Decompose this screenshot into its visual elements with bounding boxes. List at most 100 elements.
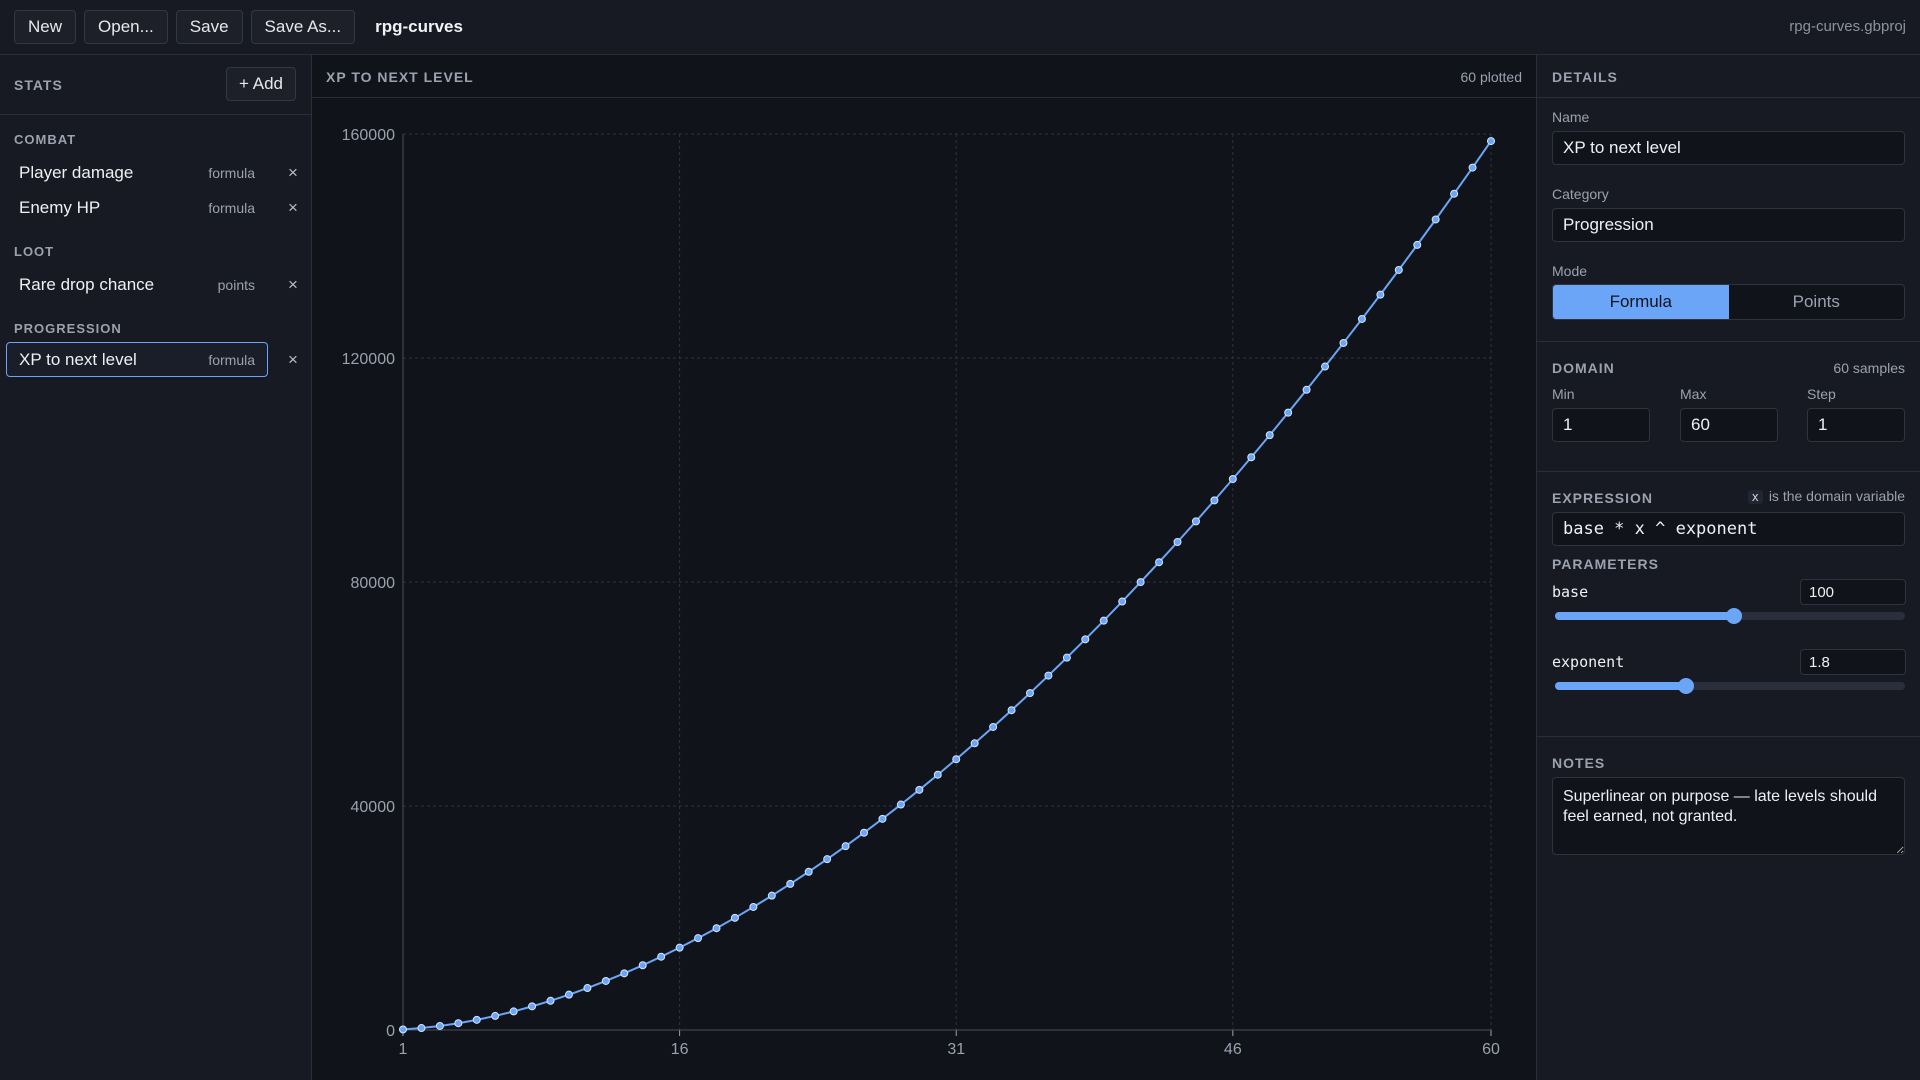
data-point[interactable] [1487, 137, 1495, 146]
data-point[interactable] [1265, 431, 1274, 440]
data-point[interactable] [1062, 653, 1071, 662]
data-point[interactable] [1155, 558, 1164, 567]
name-input[interactable] [1552, 131, 1905, 165]
stat-item-player-damage[interactable]: Player damage formula × [6, 155, 298, 190]
param-slider-exponent[interactable] [1555, 678, 1905, 694]
app-title: rpg-curves [375, 17, 463, 36]
data-point[interactable] [675, 943, 684, 952]
x-tick-label: 46 [1224, 1041, 1242, 1058]
data-point[interactable] [712, 924, 721, 933]
x-tick-label: 31 [947, 1041, 965, 1058]
slider-fill [1555, 682, 1687, 690]
group-title-progression: PROGRESSION [14, 321, 122, 336]
data-point[interactable] [1118, 597, 1127, 606]
stat-item-enemy-hp[interactable]: Enemy HP formula × [6, 190, 298, 225]
stat-item-rare-drop-chance[interactable]: Rare drop chance points × [6, 267, 298, 302]
chart-title: XP TO NEXT LEVEL [326, 69, 474, 85]
data-point[interactable] [749, 902, 758, 911]
data-point[interactable] [1210, 496, 1219, 505]
series-line [402, 140, 1492, 1031]
data-point[interactable] [823, 855, 832, 864]
data-point[interactable] [786, 879, 795, 888]
remove-stat-icon[interactable]: × [285, 199, 301, 217]
data-point[interactable] [1136, 578, 1145, 587]
data-point[interactable] [1302, 385, 1311, 394]
data-point[interactable] [1081, 635, 1090, 644]
data-point[interactable] [860, 828, 869, 837]
min-input[interactable] [1552, 408, 1650, 442]
save-as-button[interactable]: Save As... [250, 10, 356, 44]
curve-chart[interactable]: 0 40000 80000 120000 160000 1 16 31 46 60 [312, 99, 1536, 1079]
data-point[interactable] [730, 913, 739, 922]
param-value-exponent[interactable] [1800, 649, 1906, 675]
new-button[interactable]: New [14, 10, 77, 44]
expression-input[interactable] [1552, 512, 1905, 546]
data-point[interactable] [1007, 706, 1016, 715]
data-point[interactable] [472, 1015, 481, 1024]
data-point[interactable] [399, 1025, 407, 1034]
remove-stat-icon[interactable]: × [285, 351, 301, 369]
data-point[interactable] [915, 785, 924, 794]
step-input[interactable] [1807, 408, 1905, 442]
remove-stat-icon[interactable]: × [285, 276, 301, 294]
data-point[interactable] [1413, 240, 1422, 249]
data-point[interactable] [564, 990, 573, 999]
data-point[interactable] [804, 867, 813, 876]
data-point[interactable] [1044, 671, 1053, 680]
data-point[interactable] [638, 961, 647, 970]
data-point[interactable] [1468, 163, 1477, 172]
notes-textarea[interactable]: Superlinear on purpose — late levels sho… [1552, 777, 1905, 855]
data-point[interactable] [454, 1019, 463, 1028]
data-point[interactable] [1228, 474, 1237, 483]
stat-item-xp-to-next-level[interactable]: XP to next level formula × [6, 342, 298, 377]
data-point[interactable] [1025, 689, 1034, 698]
save-button[interactable]: Save [175, 10, 243, 44]
data-point[interactable] [1431, 215, 1440, 224]
data-point[interactable] [1357, 314, 1366, 323]
mode-formula-option[interactable]: Formula [1553, 285, 1729, 319]
param-slider-base[interactable] [1555, 608, 1905, 624]
slider-thumb[interactable] [1678, 678, 1695, 694]
category-input[interactable] [1552, 208, 1905, 242]
data-point[interactable] [1191, 517, 1200, 526]
slider-thumb[interactable] [1725, 608, 1742, 624]
data-point[interactable] [841, 842, 850, 851]
data-point[interactable] [657, 952, 666, 961]
data-point[interactable] [878, 814, 887, 823]
data-point[interactable] [1173, 537, 1182, 546]
open-button[interactable]: Open... [84, 10, 168, 44]
chart-panel: XP TO NEXT LEVEL 60 plotted 0 40000 80000 1… [312, 55, 1536, 1080]
data-point[interactable] [1339, 338, 1348, 347]
data-point[interactable] [620, 969, 629, 978]
param-name-base: base [1552, 583, 1589, 601]
data-point[interactable] [952, 755, 961, 764]
data-point[interactable] [933, 770, 942, 779]
data-point[interactable] [970, 739, 979, 748]
data-point[interactable] [1284, 408, 1293, 417]
data-point[interactable] [417, 1024, 426, 1033]
data-point[interactable] [694, 934, 703, 943]
data-point[interactable] [491, 1011, 500, 1020]
x-tick-label: 60 [1482, 1041, 1500, 1058]
remove-stat-icon[interactable]: × [285, 164, 301, 182]
data-point[interactable] [583, 984, 592, 993]
data-point[interactable] [1247, 453, 1256, 462]
data-point[interactable] [528, 1002, 537, 1011]
max-input[interactable] [1680, 408, 1778, 442]
data-point[interactable] [1450, 189, 1459, 198]
data-point[interactable] [1321, 362, 1330, 371]
data-point[interactable] [509, 1007, 518, 1016]
data-point[interactable] [896, 800, 905, 809]
data-point[interactable] [767, 891, 776, 900]
add-stat-button[interactable]: + Add [226, 67, 296, 101]
param-name-exponent: exponent [1552, 653, 1625, 671]
data-point[interactable] [435, 1021, 444, 1030]
param-value-base[interactable] [1800, 579, 1906, 605]
data-point[interactable] [1099, 616, 1108, 625]
mode-points-option[interactable]: Points [1729, 285, 1905, 319]
data-point[interactable] [1376, 290, 1385, 299]
data-point[interactable] [989, 722, 998, 731]
data-point[interactable] [1394, 265, 1403, 274]
data-point[interactable] [601, 976, 610, 985]
data-point[interactable] [546, 996, 555, 1005]
